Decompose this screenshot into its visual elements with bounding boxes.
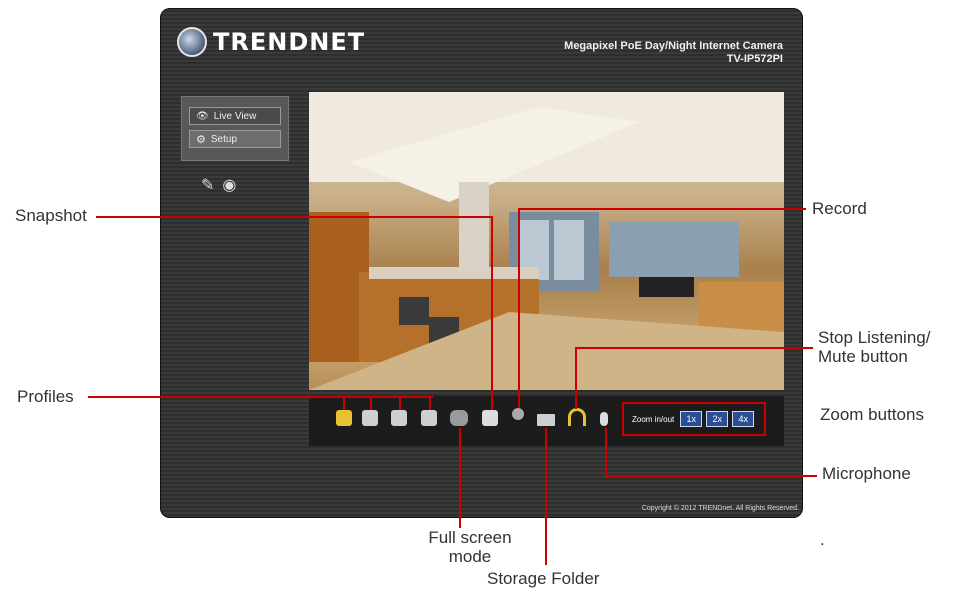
profile-3-icon[interactable] bbox=[391, 410, 407, 426]
snapshot-line-v bbox=[491, 216, 493, 410]
record-icon[interactable] bbox=[512, 408, 524, 420]
microphone-line-h bbox=[605, 475, 817, 477]
mini-icons: ✎ ◉ bbox=[201, 175, 236, 195]
microphone-icon[interactable] bbox=[600, 412, 608, 426]
stray-dot: . bbox=[820, 530, 825, 549]
fullscreen-line-v bbox=[459, 428, 461, 528]
copyright: Copyright © 2012 TRENDnet. All Rights Re… bbox=[641, 505, 799, 512]
record-mini-icon[interactable]: ◉ bbox=[222, 175, 236, 195]
profile-4-icon[interactable] bbox=[421, 410, 437, 426]
profile-2-icon[interactable] bbox=[362, 410, 378, 426]
profile-1-icon[interactable] bbox=[336, 410, 352, 426]
profiles-tick-4 bbox=[429, 396, 431, 410]
product-description: Megapixel PoE Day/Night Internet Camera bbox=[564, 40, 783, 52]
stop-listening-callout: Stop Listening/ Mute button bbox=[818, 328, 930, 366]
profiles-callout: Profiles bbox=[17, 387, 74, 406]
live-view-button[interactable]: 👁 Live View bbox=[189, 107, 281, 125]
fullscreen-line1: Full screen bbox=[428, 528, 512, 547]
snapshot-line-h bbox=[96, 216, 492, 218]
stop-listening-line2: Mute button bbox=[818, 347, 908, 366]
live-view-label: Live View bbox=[213, 110, 257, 122]
zoom-label: Zoom in/out bbox=[632, 414, 675, 424]
setup-label: Setup bbox=[210, 133, 238, 145]
snapshot-icon[interactable] bbox=[482, 410, 498, 426]
stop-listening-line1: Stop Listening/ bbox=[818, 328, 931, 347]
storage-folder-icon[interactable] bbox=[537, 414, 555, 426]
zoom-2x-button[interactable]: 2x bbox=[706, 411, 729, 427]
mute-line-v bbox=[575, 347, 577, 409]
storage-folder-callout: Storage Folder bbox=[487, 569, 600, 588]
snapshot-callout: Snapshot bbox=[15, 206, 87, 225]
setup-button[interactable]: ⚙ Setup bbox=[189, 130, 281, 148]
product-model: TV-IP572PI bbox=[726, 53, 783, 65]
trendnet-logo: TRENDNET bbox=[177, 27, 365, 57]
eye-icon: 👁 bbox=[196, 110, 209, 122]
gear-icon: ⚙ bbox=[196, 133, 206, 146]
microphone-mini-icon[interactable]: ✎ bbox=[201, 175, 214, 195]
record-line-h bbox=[518, 208, 806, 210]
video-image bbox=[309, 92, 784, 390]
fullscreen-icon[interactable] bbox=[450, 410, 468, 426]
product-title: Megapixel PoE Day/Night Internet Camera … bbox=[564, 40, 783, 66]
mute-line-h bbox=[575, 347, 813, 349]
record-line-v bbox=[518, 208, 520, 408]
profiles-tick-3 bbox=[399, 396, 401, 410]
profiles-tick-2 bbox=[370, 396, 372, 410]
brand-name: TRENDNET bbox=[213, 28, 366, 56]
zoom-1x-button[interactable]: 1x bbox=[680, 411, 703, 427]
profiles-tick-1 bbox=[343, 396, 345, 410]
fullscreen-callout: Full screen mode bbox=[420, 528, 520, 566]
fullscreen-line2: mode bbox=[448, 547, 492, 566]
profiles-line-h bbox=[88, 396, 433, 398]
zoom-buttons-callout: Zoom buttons bbox=[820, 405, 924, 424]
zoom-controls: Zoom in/out 1x 2x 4x bbox=[622, 402, 766, 436]
zoom-4x-button[interactable]: 4x bbox=[732, 411, 755, 427]
live-video bbox=[309, 92, 784, 390]
side-nav: 👁 Live View ⚙ Setup bbox=[181, 96, 289, 161]
microphone-line-v bbox=[605, 428, 607, 477]
logo-icon bbox=[177, 27, 207, 57]
headphones-icon[interactable] bbox=[568, 408, 586, 426]
record-callout: Record bbox=[812, 199, 867, 218]
microphone-callout: Microphone bbox=[822, 464, 911, 483]
storage-line-v bbox=[545, 428, 547, 565]
